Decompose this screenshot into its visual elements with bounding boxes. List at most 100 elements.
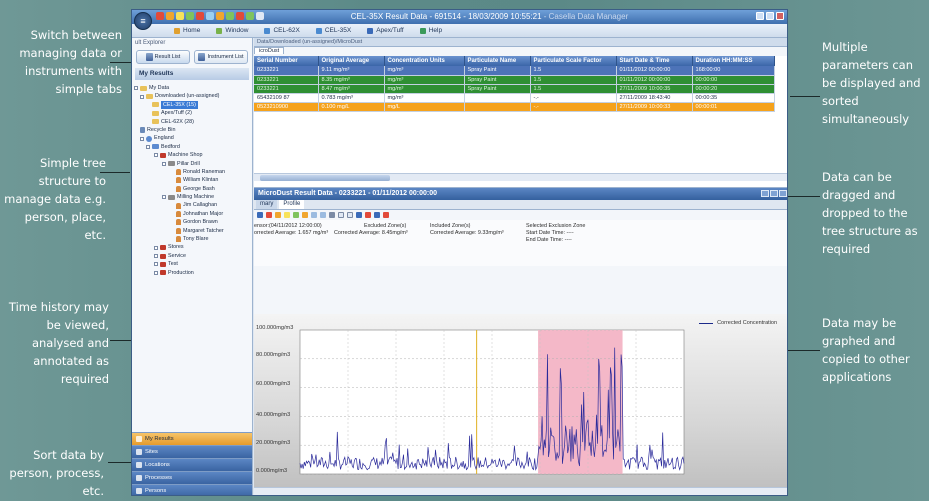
tree-node[interactable]: England — [132, 134, 252, 142]
tool-icon[interactable] — [365, 212, 371, 218]
tree-node[interactable]: My Data — [132, 84, 252, 92]
tree-node[interactable]: Recycle Bin — [132, 126, 252, 134]
tree-node[interactable]: Gordon Brawn — [132, 218, 252, 226]
col-particulate-scale[interactable]: Particulate Scale Factor — [530, 56, 617, 66]
tree-node[interactable]: Downloaded (un-assigned) — [132, 92, 252, 100]
expand-icon[interactable] — [162, 161, 166, 166]
expand-icon[interactable] — [154, 262, 158, 267]
instrument-list-tab[interactable]: Instrument List — [194, 50, 248, 64]
tool-icon[interactable] — [257, 212, 263, 218]
scroll-thumb[interactable] — [260, 175, 390, 181]
tree-node[interactable]: Milling Machine — [132, 193, 252, 201]
col-original-average[interactable]: Original Average — [318, 56, 385, 66]
chart-horizontal-scrollbar[interactable] — [254, 487, 787, 495]
tree-node[interactable]: Bedford — [132, 143, 252, 151]
list-icon — [145, 53, 153, 61]
minimize-button[interactable] — [761, 190, 769, 197]
tree-node[interactable]: CEL-35X (15) — [132, 100, 252, 110]
tree-node[interactable]: George Bash — [132, 185, 252, 193]
close-button[interactable] — [776, 12, 784, 20]
zoom-out-icon[interactable] — [320, 212, 326, 218]
expand-icon[interactable] — [154, 245, 158, 250]
minimize-button[interactable] — [756, 12, 764, 20]
grid-horizontal-scrollbar[interactable] — [254, 173, 787, 181]
expand-icon[interactable] — [140, 94, 144, 99]
expand-icon[interactable] — [134, 86, 138, 91]
tool-icon[interactable] — [293, 212, 299, 218]
folder-icon — [152, 110, 159, 116]
tree-node[interactable]: Service — [132, 252, 252, 260]
tab-home[interactable]: Home — [168, 27, 206, 34]
col-duration[interactable]: Duration HH:MM:SS — [692, 56, 775, 66]
callout-graphed: Data may be graphed and copied to other … — [822, 316, 910, 384]
col-start-date[interactable]: Start Date & Time — [616, 56, 693, 66]
table-row[interactable]: 0233221 9.11 mg/m³ mg/m³ Spray Paint 1.5 01/1… — [254, 66, 775, 76]
expand-icon[interactable] — [146, 144, 150, 149]
tool-icon[interactable] — [383, 212, 389, 218]
tree-node[interactable]: Pillar Drill — [132, 160, 252, 168]
tool-icon[interactable] — [302, 212, 308, 218]
callout-time-history: Time history may be viewed, analysed and… — [8, 300, 109, 386]
tree-node[interactable]: Margaret Tatcher — [132, 227, 252, 235]
restore-button[interactable] — [770, 190, 778, 197]
table-row[interactable]: 0523210900 0.100 mg/L mg/L -.- 27/11/2009 10… — [254, 102, 775, 112]
table-row[interactable]: 0233221 8.47 mg/m³ mg/m³ Spray Paint 1.5 27/1… — [254, 84, 775, 94]
tool-icon[interactable] — [347, 212, 353, 218]
expand-icon[interactable] — [140, 136, 144, 141]
col-particulate-name[interactable]: Particulate Name — [464, 56, 531, 66]
tab-apex-tuff[interactable]: Apex/Tuff — [361, 27, 409, 34]
tab-cel-62x[interactable]: CEL-62X — [258, 27, 305, 34]
nav-locations[interactable]: Locations — [132, 458, 252, 471]
tree-node[interactable]: Ronald Raneman — [132, 168, 252, 176]
tree-node[interactable]: Johnathan Major — [132, 210, 252, 218]
tree-node[interactable]: Production — [132, 269, 252, 277]
tool-icon[interactable] — [284, 212, 290, 218]
excluded-zones-label: Excluded Zone(s) — [364, 223, 407, 229]
nav-processes[interactable]: Processes — [132, 471, 252, 484]
tree-node[interactable]: Stores — [132, 243, 252, 251]
tool-icon[interactable] — [356, 212, 362, 218]
zoom-in-icon[interactable] — [311, 212, 317, 218]
cell: 01/11/2012 00:00:00 — [616, 75, 693, 85]
tree-node[interactable]: Apex/Tuff (2) — [132, 109, 252, 117]
col-concentration-units[interactable]: Concentration Units — [384, 56, 465, 66]
tool-icon[interactable] — [266, 212, 272, 218]
chart-plot[interactable] — [254, 314, 788, 496]
expand-icon[interactable] — [162, 195, 166, 200]
person-icon — [176, 185, 181, 192]
expand-icon[interactable] — [154, 254, 158, 258]
tree-node[interactable]: Jim Callaghan — [132, 201, 252, 209]
expand-icon[interactable] — [154, 153, 158, 158]
tool-icon[interactable] — [374, 212, 380, 218]
tab-summary[interactable]: mary — [256, 200, 278, 209]
expand-icon[interactable] — [154, 270, 158, 275]
nav-persons[interactable]: Persons — [132, 484, 252, 495]
nav-sites[interactable]: Sites — [132, 445, 252, 458]
tab-cel-35x[interactable]: CEL-35X — [310, 27, 357, 34]
person-icon — [176, 211, 181, 218]
tab-profile[interactable]: Profile — [279, 200, 305, 209]
tree-node[interactable]: William Klintan — [132, 176, 252, 184]
tab-microdust[interactable]: icroDust — [254, 47, 285, 54]
col-serial-number[interactable]: Serial Number — [254, 56, 319, 66]
table-row[interactable]: 0233221 8.35 mg/m³ mg/m³ Spray Paint 1.5 01/1… — [254, 75, 775, 85]
result-list-tab[interactable]: Result List — [136, 50, 190, 64]
tool-icon[interactable] — [329, 212, 335, 218]
maximize-button[interactable] — [766, 12, 774, 20]
tool-icon[interactable] — [275, 212, 281, 218]
leader-multiple-params — [790, 96, 820, 97]
app-menu-button[interactable]: ≡ — [134, 12, 152, 30]
tree-node[interactable]: Tony Blare — [132, 235, 252, 243]
cell: mg/L — [384, 102, 465, 112]
profile-chart[interactable]: Corrected Concentration 100.000mg/m3 80.… — [254, 314, 788, 496]
table-row[interactable]: 65432109 87 0.783 mg/m³ mg/m³ -.- 27/11/2009… — [254, 93, 775, 103]
close-button[interactable] — [779, 190, 787, 197]
tree-node[interactable]: Test — [132, 260, 252, 268]
tree-node[interactable]: Machine Shop — [132, 151, 252, 159]
tab-window[interactable]: Window — [210, 27, 254, 34]
tab-help[interactable]: Help — [414, 27, 448, 34]
pointer-icon[interactable] — [338, 212, 344, 218]
tree-node[interactable]: CEL-62X (28) — [132, 118, 252, 126]
window-icon — [216, 27, 223, 34]
nav-my-results[interactable]: My Results — [132, 432, 252, 445]
